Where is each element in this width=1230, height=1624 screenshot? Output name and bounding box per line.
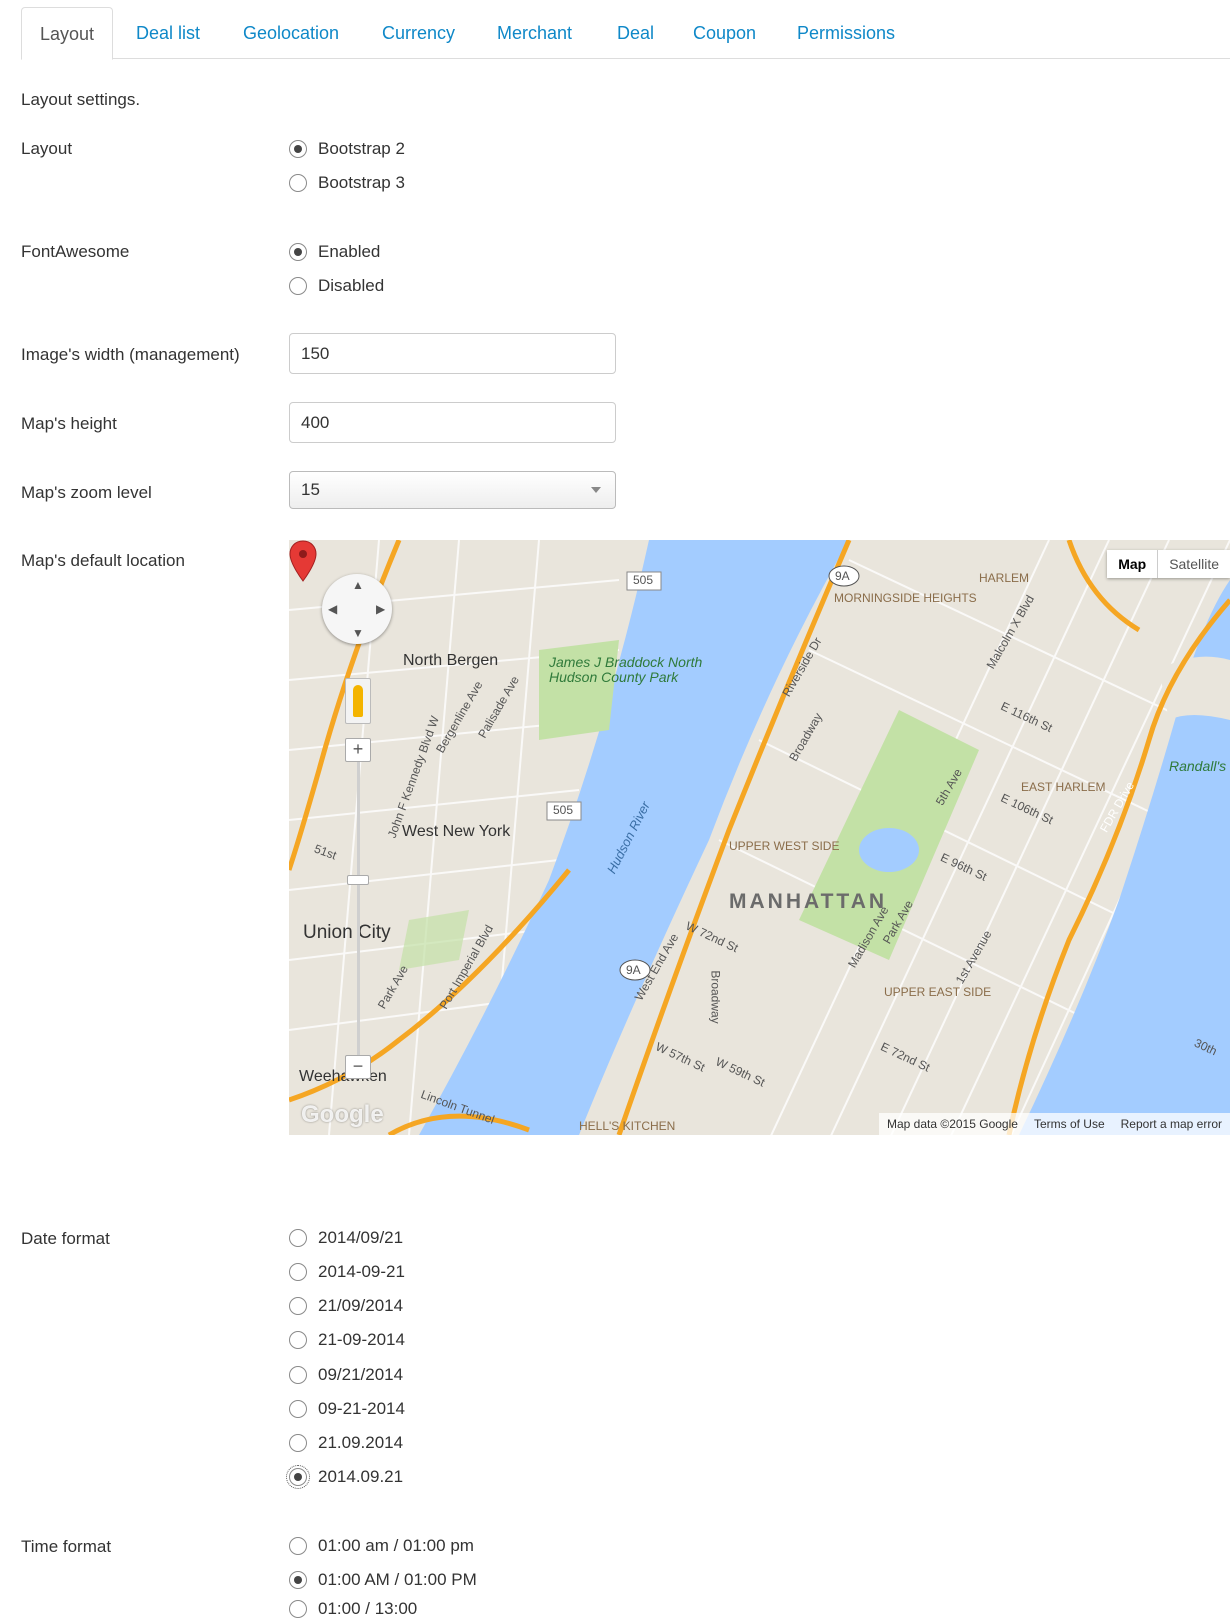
radio-icon[interactable] — [289, 1331, 307, 1349]
date-format-option[interactable]: 21/09/2014 — [289, 1293, 403, 1319]
chevron-down-icon — [591, 487, 601, 493]
zoom-out-button[interactable]: − — [345, 1055, 371, 1079]
report-map-error-link[interactable]: Report a map error — [1113, 1113, 1230, 1135]
map-type-map-button[interactable]: Map — [1107, 550, 1159, 578]
tab-permissions[interactable]: Permissions — [779, 7, 913, 60]
chevron-left-icon[interactable]: ◀ — [328, 602, 337, 616]
image-width-label: Image's width (management) — [21, 345, 240, 364]
pan-control[interactable]: ▲ ▼ ◀ ▶ — [322, 574, 392, 644]
tab-deal[interactable]: Deal — [599, 7, 672, 60]
map-label-manhattan: MANHATTAN — [729, 890, 888, 913]
radio-icon[interactable] — [289, 140, 307, 158]
google-logo: Google — [301, 1101, 384, 1128]
time-format-label: Time format — [21, 1537, 112, 1556]
radio-icon[interactable] — [289, 1366, 307, 1384]
date-format-option[interactable]: 21-09-2014 — [289, 1327, 405, 1353]
tab-merchant[interactable]: Merchant — [479, 7, 590, 60]
map-height-input[interactable] — [289, 402, 616, 443]
map-label-park: James J Braddock North Hudson County Par… — [549, 654, 703, 685]
map-label-hells-kitchen: HELL'S KITCHEN — [579, 1119, 676, 1133]
map-height-label: Map's height — [21, 414, 117, 433]
tab-geolocation[interactable]: Geolocation — [225, 7, 357, 60]
map-label-west-new-york: West New York — [402, 823, 511, 840]
map-label-upper-east-side: UPPER EAST SIDE — [884, 985, 992, 999]
map-label-weehawken: Weehawken — [299, 1068, 387, 1085]
tab-bar: Layout Deal list Geolocation Currency Me… — [21, 7, 1230, 60]
radio-icon[interactable] — [289, 1537, 307, 1555]
date-format-option[interactable]: 2014/09/21 — [289, 1225, 403, 1251]
map-label-upper-west-side: UPPER WEST SIDE — [729, 839, 840, 853]
radio-icon[interactable] — [289, 1571, 307, 1589]
map-label-north-bergen: North Bergen — [403, 652, 499, 669]
chevron-up-icon[interactable]: ▲ — [352, 578, 364, 592]
time-format-option[interactable]: 01:00 / 13:00 — [289, 1596, 417, 1622]
map-attribution: Map data ©2015 Google Terms of Use Repor… — [879, 1113, 1230, 1135]
map-label-route-505-top: 505 — [633, 573, 654, 587]
map-data-credit: Map data ©2015 Google — [887, 1117, 1018, 1131]
radio-icon[interactable] — [289, 1297, 307, 1315]
map-type-control: Map Satellite — [1107, 550, 1230, 578]
map-label-route-9a-top: 9A — [835, 569, 850, 583]
tab-currency[interactable]: Currency — [364, 7, 473, 60]
time-format-option[interactable]: 01:00 am / 01:00 pm — [289, 1533, 474, 1559]
location-pin-icon[interactable] — [289, 540, 317, 582]
radio-icon[interactable] — [289, 1229, 307, 1247]
settings-page: Layout Deal list Geolocation Currency Me… — [0, 0, 1230, 1624]
map-label-union-city: Union City — [303, 922, 391, 943]
radio-icon[interactable] — [289, 1400, 307, 1418]
radio-icon[interactable] — [286, 1465, 310, 1489]
map-zoom-label: Map's zoom level — [21, 483, 152, 502]
map-label-harlem: HARLEM — [979, 571, 1030, 585]
layout-option-bootstrap3[interactable]: Bootstrap 3 — [289, 170, 405, 196]
zoom-in-button[interactable]: + — [345, 738, 371, 762]
date-format-option[interactable]: 09/21/2014 — [289, 1362, 403, 1388]
tab-layout[interactable]: Layout — [21, 7, 114, 60]
terms-of-use-link[interactable]: Terms of Use — [1026, 1113, 1113, 1135]
chevron-right-icon[interactable]: ▶ — [376, 602, 385, 616]
date-format-label: Date format — [21, 1229, 110, 1248]
radio-icon[interactable] — [289, 1434, 307, 1452]
fontawesome-option-enabled[interactable]: Enabled — [289, 239, 380, 265]
map-type-satellite-button[interactable]: Satellite — [1158, 550, 1230, 578]
radio-icon[interactable] — [289, 1263, 307, 1281]
date-format-option[interactable]: 2014.09.21 — [286, 1464, 403, 1490]
layout-option-bootstrap2[interactable]: Bootstrap 2 — [289, 136, 405, 162]
map-label-route-505: 505 — [553, 803, 574, 817]
map-label-route-9a: 9A — [626, 963, 641, 977]
map-label-east-harlem: EAST HARLEM — [1021, 780, 1106, 794]
map-zoom-select[interactable]: 15 — [289, 471, 616, 509]
map-location-label: Map's default location — [21, 551, 185, 570]
map-widget[interactable]: North Bergen James J Braddock North Huds… — [289, 540, 1230, 1135]
zoom-slider-track[interactable] — [357, 750, 360, 1078]
section-intro: Layout settings. — [21, 90, 141, 109]
tab-coupon[interactable]: Coupon — [675, 7, 774, 60]
time-format-option[interactable]: 01:00 AM / 01:00 PM — [289, 1567, 477, 1593]
zoom-slider-thumb[interactable] — [347, 875, 369, 885]
date-format-option[interactable]: 09-21-2014 — [289, 1396, 405, 1422]
date-format-option[interactable]: 2014-09-21 — [289, 1259, 405, 1285]
tab-deal-list[interactable]: Deal list — [118, 7, 218, 60]
map-label-broadway-lower: Broadway — [708, 970, 723, 1024]
radio-icon[interactable] — [289, 1600, 307, 1618]
fontawesome-option-disabled[interactable]: Disabled — [289, 273, 384, 299]
date-format-option[interactable]: 21.09.2014 — [289, 1430, 403, 1456]
map-label-randalls: Randall's — [1169, 758, 1227, 774]
fontawesome-label: FontAwesome — [21, 242, 130, 261]
radio-icon[interactable] — [289, 277, 307, 295]
image-width-input[interactable] — [289, 333, 616, 374]
layout-label: Layout — [21, 139, 73, 158]
street-view-pegman-icon[interactable] — [345, 678, 371, 724]
map-label-morningside-heights: MORNINGSIDE HEIGHTS — [834, 591, 977, 605]
chevron-down-icon[interactable]: ▼ — [352, 626, 364, 640]
radio-icon[interactable] — [289, 174, 307, 192]
radio-icon[interactable] — [289, 243, 307, 261]
